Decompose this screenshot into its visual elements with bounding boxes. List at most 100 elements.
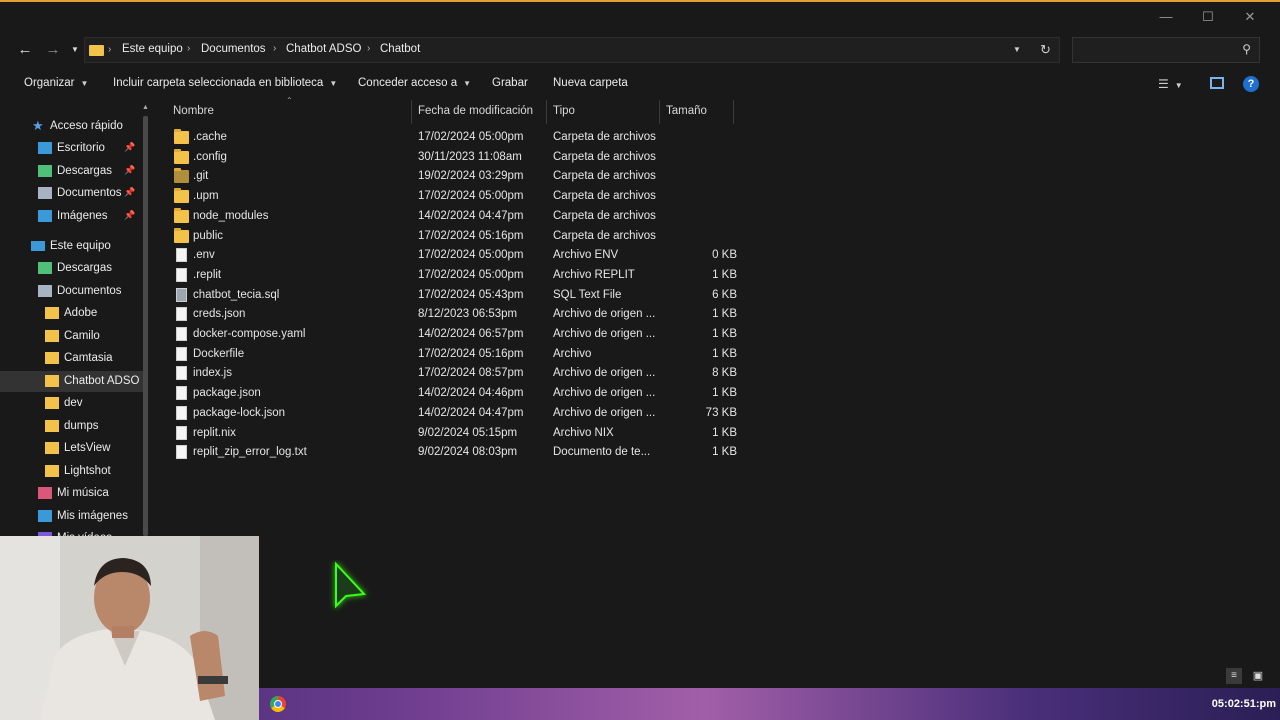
column-header-type[interactable]: Tipo [553,105,575,117]
pictures-icon [38,209,52,222]
minimize-button[interactable]: — [1146,6,1186,28]
folder-icon [89,45,104,56]
sidebar-item-letsview[interactable]: LetsView [0,438,146,459]
table-row[interactable]: package.json 14/02/2024 04:46pm Archivo de… [170,384,740,404]
include-in-library-button[interactable]: Incluir carpeta seleccionada en bibliote… [113,77,337,89]
new-folder-button[interactable]: Nueva carpeta [553,77,628,89]
command-bar: Organizar ▼ Incluir carpeta seleccionada … [0,72,1280,98]
table-row[interactable]: .env 17/02/2024 05:00pm Archivo ENV 0 KB [170,246,740,266]
column-header-modified[interactable]: Fecha de modificación [418,105,533,117]
table-row[interactable]: .config 30/11/2023 11:08am Carpeta de arch… [170,148,740,168]
sidebar-item-adobe[interactable]: Adobe [0,303,146,324]
column-header-name[interactable]: Nombre [173,105,214,117]
search-input[interactable]: ⚲ [1072,37,1260,63]
preview-pane-icon[interactable] [1210,77,1224,89]
share-label: Conceder acceso a [358,77,458,89]
sidebar-item-chatbot-adso[interactable]: Chatbot ADSO [0,370,146,392]
sidebar-item-label: Camtasia [64,352,113,364]
table-row[interactable]: package-lock.json 14/02/2024 04:47pm Archi… [170,404,740,424]
sidebar-item-label: dev [64,397,83,409]
sidebar-item-documentos[interactable]: Documentos [0,281,146,302]
sidebar-item-quick-access[interactable]: ★ Acceso rápido [0,116,146,137]
chevron-down-icon: ▼ [329,79,338,88]
sidebar-scroll-thumb[interactable] [143,116,148,536]
view-options-icon[interactable]: ☰ ▼ [1158,77,1183,91]
file-modified-date: 9/02/2024 05:15pm [418,426,518,439]
scroll-up-icon[interactable]: ▲ [142,104,149,111]
table-row[interactable]: chatbot_tecia.sql 17/02/2024 05:43pm SQL T… [170,286,740,306]
sidebar-item-this-pc[interactable]: Este equipo [0,236,146,257]
back-arrow-icon[interactable]: ← [15,40,35,60]
sidebar-item-dumps[interactable]: dumps [0,416,146,437]
folder-icon [174,168,189,184]
pin-icon[interactable]: 📌 [124,165,135,176]
column-divider[interactable] [546,100,547,124]
table-row[interactable]: replit.nix 9/02/2024 05:15pm Archivo NIX 1 … [170,424,740,444]
sidebar-item-label: Mis imágenes [57,509,128,522]
sidebar-item-label: Lightshot [64,464,111,477]
file-type: Carpeta de archivos [553,229,656,242]
sidebar-item-camilo[interactable]: Camilo [0,326,146,347]
column-divider[interactable] [659,100,660,124]
table-row[interactable]: index.js 17/02/2024 08:57pm Archivo de ori… [170,364,740,384]
desktop-icon [38,142,52,154]
sidebar-item-mis-imágenes[interactable]: Mis imágenes [0,506,146,527]
sidebar-item-descargas[interactable]: Descargas 📌 [0,161,146,182]
table-row[interactable]: .cache 17/02/2024 05:00pm Carpeta de archi… [170,128,740,148]
sidebar-item-imágenes[interactable]: Imágenes 📌 [0,206,146,227]
chevron-down-icon[interactable]: ▼ [1013,45,1021,54]
column-header-size[interactable]: Tamaño [666,105,707,117]
table-row[interactable]: creds.json 8/12/2023 06:53pm Archivo de or… [170,305,740,325]
sidebar-item-lightshot[interactable]: Lightshot [0,461,146,482]
address-bar[interactable]: › Este equipo › Documentos › Chatbot ADS… [84,37,1060,63]
pin-icon[interactable]: 📌 [124,187,135,198]
table-row[interactable]: replit_zip_error_log.txt 9/02/2024 08:03p… [170,443,740,463]
table-row[interactable]: Dockerfile 17/02/2024 05:16pm Archivo 1 KB [170,345,740,365]
download-icon [38,262,52,274]
share-with-button[interactable]: Conceder acceso a ▼ [358,77,471,89]
file-icon [176,346,187,361]
close-button[interactable]: ✕ [1230,6,1270,28]
table-row[interactable]: node_modules 14/02/2024 04:47pm Carpeta de… [170,207,740,227]
column-divider[interactable] [733,100,734,124]
sidebar-scrollbar[interactable]: ▲ [141,102,151,542]
chrome-icon[interactable] [270,696,286,712]
large-icons-view-icon[interactable]: ▣ [1250,668,1266,684]
sidebar-item-descargas[interactable]: Descargas [0,258,146,279]
table-row[interactable]: .upm 17/02/2024 05:00pm Carpeta de archivo… [170,187,740,207]
sidebar-item-mi-música[interactable]: Mi música [0,483,146,504]
breadcrumb-chatbot-adso[interactable]: Chatbot ADSO [286,43,361,55]
sidebar-item-escritorio[interactable]: Escritorio 📌 [0,138,146,159]
organize-button[interactable]: Organizar ▼ [24,77,88,89]
column-divider[interactable] [411,100,412,124]
pictures-icon [38,509,52,522]
file-size: 6 KB [712,288,737,301]
file-modified-date: 17/02/2024 05:16pm [418,347,524,360]
table-row[interactable]: .git 19/02/2024 03:29pm Carpeta de archivo… [170,167,740,187]
refresh-icon[interactable]: ↻ [1040,42,1051,58]
file-type: SQL Text File [553,288,622,301]
table-row[interactable]: docker-compose.yaml 14/02/2024 06:57pm Arc… [170,325,740,345]
pin-icon[interactable]: 📌 [124,210,135,221]
sidebar-item-documentos[interactable]: Documentos 📌 [0,183,146,204]
recent-locations-chevron-icon[interactable]: ▼ [65,40,85,60]
pin-icon[interactable]: 📌 [124,142,135,153]
table-row[interactable]: public 17/02/2024 05:16pm Carpeta de archi… [170,227,740,247]
details-view-icon[interactable]: ≡ [1226,668,1242,684]
breadcrumb-este-equipo[interactable]: Este equipo [122,43,183,55]
maximize-button[interactable]: ☐ [1188,6,1228,28]
file-name: chatbot_tecia.sql [193,288,280,301]
sidebar-item-label: Escritorio [57,142,105,154]
forward-arrow-icon[interactable]: → [43,40,63,60]
breadcrumb-documentos[interactable]: Documentos [201,43,266,55]
sidebar-item-dev[interactable]: dev [0,393,146,414]
sidebar-item-label: Adobe [64,307,98,319]
table-row[interactable]: .replit 17/02/2024 05:00pm Archivo REPLIT 1… [170,266,740,286]
file-modified-date: 17/02/2024 08:57pm [418,367,524,380]
breadcrumb-chatbot[interactable]: Chatbot [380,43,420,55]
file-type: Archivo NIX [553,426,614,439]
chevron-down-icon: ▼ [80,79,89,88]
burn-button[interactable]: Grabar [492,77,528,89]
sidebar-item-camtasia[interactable]: Camtasia [0,348,146,369]
help-icon[interactable]: ? [1243,76,1259,92]
